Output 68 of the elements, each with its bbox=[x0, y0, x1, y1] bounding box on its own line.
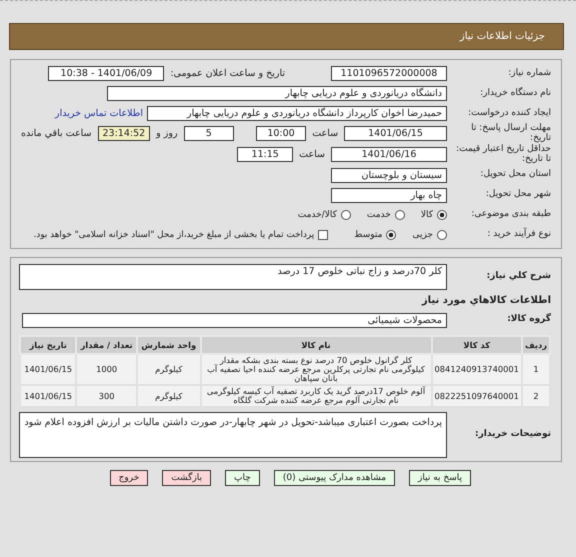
field-label: شماره نیاز: bbox=[507, 68, 551, 78]
table-cell: کیلوگرم bbox=[136, 384, 200, 408]
table-cell: 2 bbox=[522, 384, 550, 408]
table-cell: 0841240913740001 bbox=[432, 354, 522, 385]
description-field: کلر 70درصد و زاج نباتی خلوص 17 درصد bbox=[19, 264, 447, 290]
radio-button[interactable] bbox=[386, 230, 396, 240]
deadline-time-field: 10:00 bbox=[256, 126, 306, 142]
field-label: روز و bbox=[154, 128, 179, 140]
announce-date-field: 1401/06/09 - 10:38 bbox=[48, 66, 164, 81]
table-cell: آلوم خلوص 17درصد گرید یک کاربرد تصفیه آب کیسه کیلوگرمی نام تجارتی آلوم مرجع عرضه کننده شرکت گلگاه bbox=[200, 384, 432, 408]
radio-button[interactable] bbox=[394, 210, 405, 220]
action-button[interactable]: مشاهده مدارک پیوستی (0) bbox=[274, 470, 396, 486]
column-header: تعداد / مقدار bbox=[76, 336, 137, 354]
remaining-time-field: 23:14:52 bbox=[98, 126, 150, 142]
section-title: اطلاعات کالاهاي مورد نیاز bbox=[422, 294, 551, 306]
column-header: کد کالا bbox=[432, 336, 522, 354]
radio-button[interactable] bbox=[437, 210, 447, 220]
table-cell: کلر گرانول خلوص 70 درصد نوع بسته بندی بشکه مقدار کیلوگرمی نام تجارتی پرکلرین مرجع عرضه کننده احیا تصفیه آب بانان سپاهان bbox=[200, 354, 432, 385]
column-header: واحد شمارش bbox=[136, 336, 200, 354]
need-number-field: 1101096572000008 bbox=[331, 66, 447, 81]
field-label: نام دستگاه خریدار: bbox=[479, 88, 551, 98]
action-button[interactable]: پاسخ به نیاز bbox=[409, 470, 471, 486]
action-button[interactable]: چاپ bbox=[225, 470, 260, 486]
field-label: ساعت bbox=[298, 149, 326, 160]
column-header: نام کالا bbox=[200, 336, 432, 354]
table-cell: 1000 bbox=[76, 354, 137, 385]
table-cell: 0822251097640001 bbox=[432, 384, 522, 408]
radio-label: متوسط bbox=[354, 230, 382, 240]
deadline-date-field: 1401/06/15 bbox=[344, 126, 447, 142]
checkbox-label: پرداخت تمام یا بخشی از مبلغ خرید،از محل "اسناد خزانه اسلامی" خواهد بود. bbox=[34, 230, 314, 240]
radio-label: خدمت bbox=[366, 210, 391, 220]
field-label: گروه کالا: bbox=[506, 315, 551, 325]
province-field: سیستان و بلوچستان bbox=[331, 168, 447, 183]
field-label: ساعت باقي مانده bbox=[20, 128, 92, 140]
field-label: نوع فرآیند خرید : bbox=[486, 230, 551, 240]
table-cell: کیلوگرم bbox=[136, 354, 200, 385]
field-label: شهر محل تحویل: bbox=[484, 190, 551, 200]
field-label: استان محل تحویل: bbox=[479, 170, 551, 180]
city-field: چاه بهار bbox=[331, 188, 447, 203]
radio-label: کالا bbox=[420, 210, 433, 220]
field-label: تاریخ و ساعت اعلان عمومی: bbox=[169, 68, 286, 79]
field-label: ایجاد کننده درخواست: bbox=[467, 108, 551, 118]
goods-group-field: محصولات شیمیائی bbox=[22, 312, 447, 328]
action-button[interactable]: بازگشت bbox=[162, 470, 212, 486]
checkbox[interactable] bbox=[318, 230, 328, 240]
table-cell: 1401/06/15 bbox=[20, 354, 76, 385]
buyer-org-field: دانشگاه دریانوردی و علوم دریایی چابهار bbox=[107, 86, 447, 101]
radio-label: جزیی bbox=[412, 230, 433, 240]
days-field: 5 bbox=[184, 126, 234, 142]
validity-date-field: 1401/06/16 bbox=[331, 147, 447, 162]
page-header: جزئیات اطلاعات نیاز bbox=[9, 23, 564, 50]
buyer-notes-field: پرداخت بصورت اعتباری میباشد-تحویل در شهر چابهار-در صورت داشتن مالیات بر ارزش افزوده اعلام شود bbox=[19, 412, 447, 458]
field-label: توضیحات خریدار: bbox=[474, 430, 551, 440]
radio-button[interactable] bbox=[340, 210, 351, 220]
table-cell: 1 bbox=[522, 354, 550, 385]
action-button[interactable]: خروج bbox=[110, 470, 148, 486]
field-label: ساعت bbox=[311, 128, 340, 140]
radio-label: کالا/خدمت bbox=[298, 210, 337, 220]
column-header: تاریخ نیاز bbox=[20, 336, 76, 354]
radio-button[interactable] bbox=[437, 230, 447, 240]
creator-field: حمیدرضا اخوان کارپرداز دانشگاه دریانوردی و علوم دریایی چابهار bbox=[147, 106, 447, 121]
field-label: مهلت ارسال پاسخ: تا تاریخ: bbox=[470, 124, 551, 144]
contact-link[interactable]: اطلاعات تماس خریدار bbox=[54, 108, 143, 119]
field-label: حداقل تاریخ اعتبار قیمت: تا تاریخ: bbox=[455, 144, 551, 165]
validity-time-field: 11:15 bbox=[237, 147, 294, 162]
field-label: طبقه بندی موضوعی: bbox=[470, 210, 551, 220]
field-label: شرح کلي نیاز: bbox=[486, 272, 551, 282]
column-header: ردیف bbox=[522, 336, 550, 354]
